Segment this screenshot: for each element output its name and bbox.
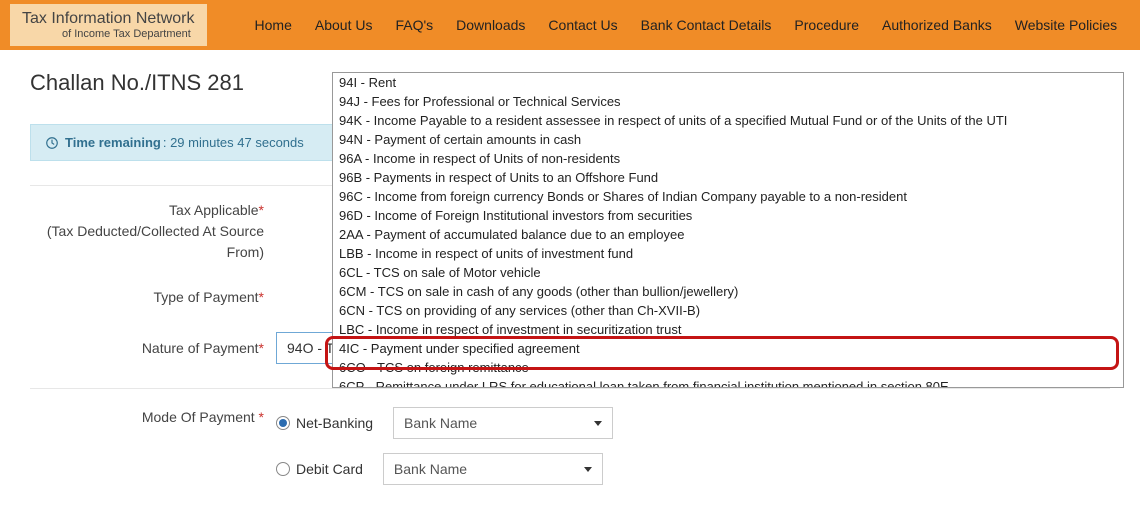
dropdown-option[interactable]: 96A - Income in respect of Units of non-… [333, 149, 1123, 168]
required-asterisk: * [259, 340, 264, 356]
dropdown-option[interactable]: 96B - Payments in respect of Units to an… [333, 168, 1123, 187]
net-banking-radio[interactable]: Net-Banking [276, 415, 373, 431]
required-asterisk: * [259, 289, 264, 305]
dropdown-option[interactable]: 6CL - TCS on sale of Motor vehicle [333, 263, 1123, 282]
logo-subtitle: of Income Tax Department [22, 28, 195, 40]
type-of-payment-label: Type of Payment* [30, 287, 276, 308]
nav-item-about-us[interactable]: About Us [307, 11, 381, 39]
debit-card-bank-select[interactable]: Bank Name [383, 453, 603, 485]
divider [30, 388, 1110, 389]
time-remaining-value: : 29 minutes 47 seconds [163, 135, 304, 150]
nav-item-contact-us[interactable]: Contact Us [540, 11, 625, 39]
nav-item-downloads[interactable]: Downloads [448, 11, 533, 39]
nav-item-procedure[interactable]: Procedure [786, 11, 867, 39]
radio-icon [276, 462, 290, 476]
dropdown-option[interactable]: 94K - Income Payable to a resident asses… [333, 111, 1123, 130]
dropdown-option[interactable]: 6CM - TCS on sale in cash of any goods (… [333, 282, 1123, 301]
clock-icon [45, 136, 59, 150]
nav-item-website-policies[interactable]: Website Policies [1007, 11, 1125, 39]
dropdown-option[interactable]: 6CN - TCS on providing of any services (… [333, 301, 1123, 320]
dropdown-option[interactable]: 94I - Rent [333, 73, 1123, 92]
dropdown-option[interactable]: 94J - Fees for Professional or Technical… [333, 92, 1123, 111]
dropdown-option[interactable]: 94N - Payment of certain amounts in cash [333, 130, 1123, 149]
site-logo: Tax Information Network of Income Tax De… [10, 4, 207, 46]
nav-item-bank-contact-details[interactable]: Bank Contact Details [633, 11, 780, 39]
dropdown-option[interactable]: 2AA - Payment of accumulated balance due… [333, 225, 1123, 244]
radio-icon [276, 416, 290, 430]
dropdown-option[interactable]: LBB - Income in respect of units of inve… [333, 244, 1123, 263]
logo-title: Tax Information Network [22, 10, 195, 28]
required-asterisk: * [259, 409, 264, 425]
dropdown-option[interactable]: 96D - Income of Foreign Institutional in… [333, 206, 1123, 225]
time-remaining-label: Time remaining [65, 135, 161, 150]
debit-card-radio[interactable]: Debit Card [276, 461, 363, 477]
tax-applicable-label: Tax Applicable* (Tax Deducted/Collected … [30, 200, 276, 263]
nav-item-authorized-banks[interactable]: Authorized Banks [874, 11, 1000, 39]
nav-item-faq-s[interactable]: FAQ's [387, 11, 441, 39]
dropdown-option[interactable]: 6CO - TCS on foreign remittance [333, 358, 1123, 377]
top-nav-bar: Tax Information Network of Income Tax De… [0, 0, 1140, 50]
dropdown-option[interactable]: 4IC - Payment under specified agreement [333, 339, 1123, 358]
net-banking-bank-select[interactable]: Bank Name [393, 407, 613, 439]
required-asterisk: * [259, 202, 264, 218]
chevron-down-icon [594, 421, 602, 426]
mode-of-payment-label: Mode Of Payment * [30, 407, 276, 428]
nav-item-home[interactable]: Home [247, 11, 300, 39]
dropdown-option[interactable]: LBC - Income in respect of investment in… [333, 320, 1123, 339]
main-nav: HomeAbout UsFAQ'sDownloadsContact Us Bank… [247, 11, 1126, 39]
dropdown-option[interactable]: 6CP - Remittance under LRS for education… [333, 377, 1123, 387]
dropdown-option[interactable]: 96C - Income from foreign currency Bonds… [333, 187, 1123, 206]
chevron-down-icon [584, 467, 592, 472]
nature-of-payment-dropdown[interactable]: 94I - Rent94J - Fees for Professional or… [332, 72, 1124, 388]
nature-of-payment-label: Nature of Payment* [30, 338, 276, 359]
